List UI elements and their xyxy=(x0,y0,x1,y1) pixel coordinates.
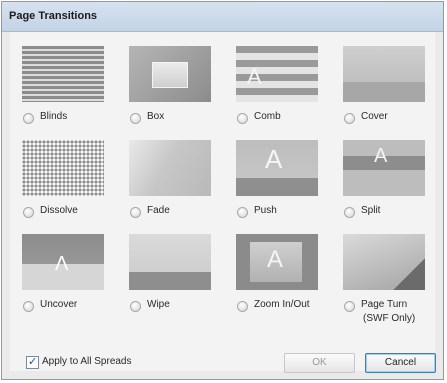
ok-button[interactable]: OK xyxy=(284,353,355,373)
transition-option-split[interactable]: A Split xyxy=(343,140,429,224)
checkmark-icon: ✓ xyxy=(28,356,38,368)
transition-option-blinds[interactable]: Blinds xyxy=(22,46,108,130)
wipe-label: Wipe xyxy=(147,299,170,310)
comb-radio[interactable] xyxy=(237,113,248,124)
uncover-radio[interactable] xyxy=(23,301,34,312)
page-fold-icon xyxy=(393,258,425,290)
split-label: Split xyxy=(361,205,381,216)
wipe-radio[interactable] xyxy=(130,301,141,312)
zoom-thumbnail[interactable]: A xyxy=(236,234,318,290)
box-inner-frame xyxy=(152,62,188,88)
letter-a-glyph: A xyxy=(267,246,284,273)
page-turn-radio[interactable] xyxy=(344,301,355,312)
transition-option-zoom[interactable]: A Zoom In/Out xyxy=(236,234,322,318)
letter-a-glyph: A xyxy=(265,144,283,174)
fade-thumbnail[interactable] xyxy=(129,140,211,196)
transition-option-uncover[interactable]: Λ Uncover xyxy=(22,234,108,318)
cover-label: Cover xyxy=(361,111,388,122)
box-radio[interactable] xyxy=(130,113,141,124)
comb-label: Comb xyxy=(254,111,281,122)
zoom-radio[interactable] xyxy=(237,301,248,312)
transition-option-cover[interactable]: Cover xyxy=(343,46,429,130)
letter-a-glyph: A xyxy=(374,145,388,167)
letter-a-glyph: A xyxy=(247,64,262,89)
push-radio[interactable] xyxy=(237,207,248,218)
split-radio[interactable] xyxy=(344,207,355,218)
dissolve-radio[interactable] xyxy=(23,207,34,218)
cover-thumbnail[interactable] xyxy=(343,46,425,102)
uncover-thumbnail[interactable]: Λ xyxy=(22,234,104,290)
fade-label: Fade xyxy=(147,205,170,216)
transition-option-page-turn[interactable]: Page Turn (SWF Only) xyxy=(343,234,429,324)
letter-a-glyph: Λ xyxy=(55,253,69,275)
dissolve-label: Dissolve xyxy=(40,205,78,216)
box-label: Box xyxy=(147,111,165,122)
cancel-button[interactable]: Cancel xyxy=(365,353,436,373)
transition-option-wipe[interactable]: Wipe xyxy=(129,234,215,318)
apply-all-checkbox[interactable]: ✓ xyxy=(26,356,39,369)
transition-option-fade[interactable]: Fade xyxy=(129,140,215,224)
apply-all-label: Apply to All Spreads xyxy=(42,356,132,367)
page-turn-sublabel: (SWF Only) xyxy=(363,313,416,324)
box-thumbnail[interactable] xyxy=(129,46,211,102)
transitions-panel: Blinds Box A Comb Cover Dissolve Fade A … xyxy=(10,32,435,371)
transition-option-push[interactable]: A Push xyxy=(236,140,322,224)
push-label: Push xyxy=(254,205,277,216)
blinds-label: Blinds xyxy=(40,111,68,122)
transition-option-dissolve[interactable]: Dissolve xyxy=(22,140,108,224)
wipe-thumbnail[interactable] xyxy=(129,234,211,290)
page-turn-thumbnail[interactable] xyxy=(343,234,425,290)
comb-thumbnail[interactable]: A xyxy=(236,46,318,102)
fade-radio[interactable] xyxy=(130,207,141,218)
transition-option-box[interactable]: Box xyxy=(129,46,215,130)
page-turn-label: Page Turn xyxy=(361,299,408,310)
blinds-radio[interactable] xyxy=(23,113,34,124)
page-transitions-dialog: Page Transitions Blinds Box A Comb Cover… xyxy=(1,1,444,380)
dissolve-thumbnail[interactable] xyxy=(22,140,104,196)
split-thumbnail[interactable]: A xyxy=(343,140,425,196)
uncover-label: Uncover xyxy=(40,299,78,310)
cover-radio[interactable] xyxy=(344,113,355,124)
push-thumbnail[interactable]: A xyxy=(236,140,318,196)
title-bar: Page Transitions xyxy=(2,2,443,32)
blinds-thumbnail[interactable] xyxy=(22,46,104,102)
transition-option-comb[interactable]: A Comb xyxy=(236,46,322,130)
zoom-label: Zoom In/Out xyxy=(254,299,310,310)
dialog-title: Page Transitions xyxy=(9,10,98,22)
